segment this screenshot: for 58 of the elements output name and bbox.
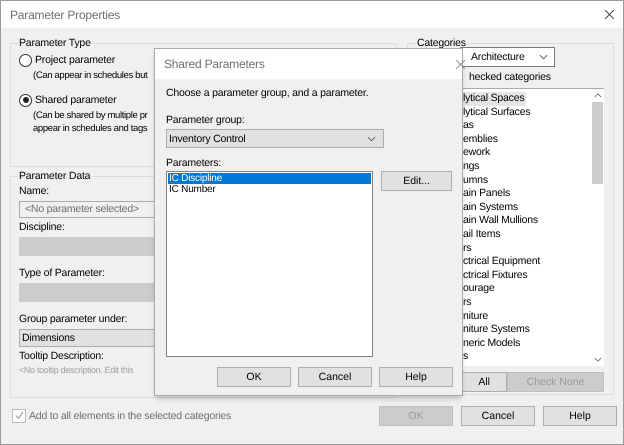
close-icon[interactable] [605, 10, 614, 19]
group-title: Parameter Data [18, 170, 92, 182]
field-label: Tooltip Description: [19, 349, 104, 364]
radio-button[interactable] [19, 54, 32, 66]
dialog-button[interactable]: Cancel [461, 406, 535, 426]
filter-dropdown[interactable]: Architecture [460, 47, 555, 67]
field-label: Parameters: [166, 157, 222, 169]
category-item[interactable]: ctrical Equipment [463, 255, 542, 269]
field-label: Name: [19, 184, 49, 198]
field-label: Parameter group: [166, 114, 246, 126]
category-item[interactable]: niture [463, 310, 490, 324]
chevron-down-icon [367, 136, 376, 142]
category-item[interactable]: ain Systems [463, 200, 520, 214]
parameter-item[interactable]: IC Discipline [168, 173, 372, 184]
category-item[interactable]: lytical Surfaces [463, 106, 532, 120]
scroll-thumb[interactable] [592, 102, 603, 184]
option-description: (Can appear in schedules but [32, 69, 148, 82]
group-title: Parameter Type [18, 37, 92, 49]
radio-label[interactable]: Shared parameter [35, 94, 116, 106]
category-item[interactable]: as [463, 119, 476, 133]
category-item[interactable]: rs [463, 296, 474, 310]
edit-button[interactable]: Edit... [381, 171, 452, 191]
prompt-text: Choose a parameter group, and a parameter. [166, 87, 370, 99]
checkmark-icon [14, 410, 24, 421]
dialog-button[interactable]: OK [217, 367, 291, 387]
category-item[interactable]: umns [463, 174, 490, 188]
dialog-title: Shared Parameters [164, 57, 265, 71]
category-item[interactable]: ourage [463, 282, 496, 296]
category-item[interactable]: neric Models [463, 336, 522, 350]
radio-label[interactable]: Project parameter [35, 54, 116, 66]
scroll-up-icon[interactable] [594, 93, 602, 98]
group-title: Categories [416, 37, 467, 49]
field-label: Discipline: [19, 220, 65, 234]
category-item[interactable]: rs [463, 242, 474, 256]
dialog-button[interactable]: Help [543, 406, 617, 426]
scroll-down-icon[interactable] [594, 357, 602, 362]
category-item[interactable]: niture Systems [463, 323, 532, 337]
dialog-button[interactable]: Cancel [298, 367, 372, 387]
category-item[interactable]: ctrical Fixtures [463, 268, 530, 282]
parameter-group-dropdown[interactable]: Inventory Control [166, 129, 384, 148]
tooltip-text: <No tooltip description. Edit this [19, 365, 134, 376]
category-item[interactable]: ework [463, 146, 492, 160]
category-item[interactable]: ain Wall Mullions [463, 214, 540, 228]
radio-button[interactable] [19, 94, 32, 106]
chevron-down-icon [539, 54, 548, 60]
category-item[interactable]: lytical Spaces [463, 92, 526, 106]
category-item[interactable]: emblies [463, 132, 500, 146]
category-item[interactable]: s [463, 350, 470, 364]
category-item[interactable]: ngs [463, 160, 482, 174]
parameter-item[interactable]: IC Number [168, 184, 372, 195]
dialog-button[interactable]: Help [379, 367, 453, 387]
category-item[interactable]: ail Items [463, 228, 502, 242]
filter-hint: hecked categories [469, 71, 552, 83]
category-item[interactable]: ain Panels [463, 187, 512, 201]
field-label: Group parameter under: [19, 312, 128, 326]
field-label: Type of Parameter: [19, 266, 105, 280]
window-title: Parameter Properties [10, 8, 120, 22]
option-description: (Can be shared by multiple pr appear in schedules and tags [32, 109, 148, 135]
